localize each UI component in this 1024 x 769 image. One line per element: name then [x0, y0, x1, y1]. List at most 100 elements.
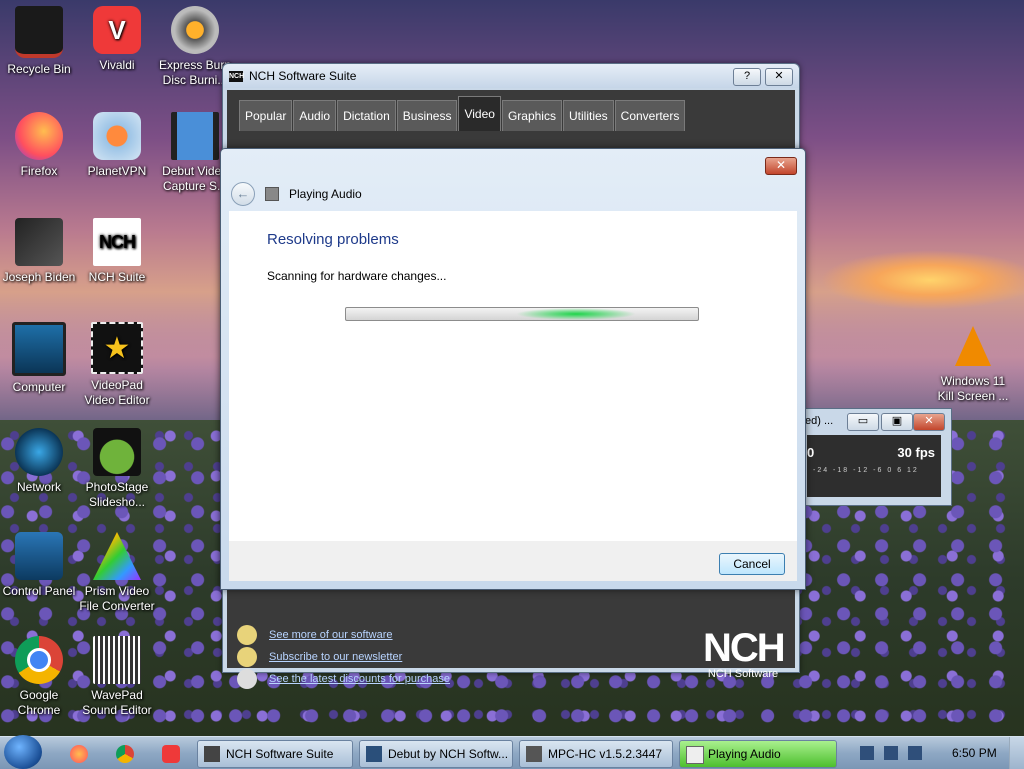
computer-icon [12, 322, 66, 376]
tab-audio[interactable]: Audio [293, 100, 337, 131]
back-arrow-icon[interactable]: ← [231, 182, 255, 206]
link-discounts[interactable]: See the latest discounts for purchase [237, 668, 450, 690]
desktop-icon-recycle-bin[interactable]: Recycle Bin [0, 6, 78, 77]
taskbar-item-playing-audio[interactable]: Playing Audio [679, 740, 837, 768]
dialog-header: ← Playing Audio [231, 182, 362, 206]
planetvpn-icon [93, 112, 141, 160]
close-button[interactable]: ✕ [765, 68, 793, 86]
desktop-icon-joseph-biden[interactable]: Joseph Biden [0, 218, 78, 285]
icon-label: Network [16, 480, 61, 494]
taskbar-item-debut[interactable]: Debut by NCH Softw... [359, 740, 513, 768]
recorder-close-button[interactable]: ✕ [913, 413, 945, 431]
icon-label: Recycle Bin [7, 62, 71, 76]
link-text: See the latest discounts for purchase [269, 673, 450, 685]
envelope-icon [237, 647, 257, 667]
start-button[interactable] [4, 735, 42, 769]
firefox-quicklaunch-icon[interactable] [70, 745, 88, 763]
tab-popular[interactable]: Popular [239, 100, 293, 131]
prism-icon [93, 532, 141, 580]
nch-icon: NCH [93, 218, 141, 266]
show-desktop-button[interactable] [1009, 737, 1024, 769]
status-text: Scanning for hardware changes... [267, 269, 447, 283]
nch-logo-icon [204, 746, 220, 762]
recorder-meter: 0 30 fps -24 -18 -12 -6 0 6 12 [807, 435, 941, 497]
nch-suite-titlebar[interactable]: NCH NCH Software Suite [223, 64, 799, 88]
minimize-button[interactable]: ▭ [847, 413, 879, 431]
system-tray [860, 737, 932, 769]
level-value: 0 [807, 445, 815, 460]
nch-logo-icon: NCH [229, 70, 245, 82]
desktop-icon-firefox[interactable]: Firefox [0, 112, 78, 179]
desktop-icon-photostage[interactable]: PhotoStage Slidesho... [78, 428, 156, 510]
express-burn-icon [171, 6, 219, 54]
desktop-icon-network[interactable]: Network [0, 428, 78, 495]
desktop-icon-computer[interactable]: Computer [0, 322, 78, 395]
desktop-icon-wavepad[interactable]: WavePad Sound Editor [78, 636, 156, 718]
icon-label: WavePad Sound Editor [82, 688, 152, 717]
desktop-icon-chrome[interactable]: Google Chrome [0, 636, 78, 718]
logo-text: NCH [703, 626, 786, 670]
wavepad-icon [93, 636, 141, 684]
task-label: MPC-HC v1.5.2.3447 [548, 747, 663, 761]
sale-icon [237, 669, 257, 689]
taskbar-item-nch-suite[interactable]: NCH Software Suite [197, 740, 353, 768]
link-newsletter[interactable]: Subscribe to our newsletter [237, 646, 450, 668]
tab-dictation[interactable]: Dictation [337, 100, 396, 131]
control-panel-icon [15, 532, 63, 580]
icon-label: Control Panel [2, 584, 76, 598]
troubleshooter-icon [686, 746, 704, 764]
maximize-button[interactable]: ▣ [881, 413, 913, 431]
chrome-quicklaunch-icon[interactable] [116, 745, 134, 763]
tab-converters[interactable]: Converters [614, 100, 686, 131]
usb-icon[interactable] [860, 746, 874, 760]
videopad-icon: ★ [91, 322, 143, 374]
desktop-icon-nch-suite[interactable]: NCH NCH Suite [78, 218, 156, 285]
network-tray-icon[interactable] [884, 746, 898, 760]
cancel-button[interactable]: Cancel [719, 553, 785, 575]
vlc-icon [949, 322, 997, 370]
network-icon [15, 428, 63, 476]
taskbar-item-mpc-hc[interactable]: MPC-HC v1.5.2.3447 [519, 740, 673, 768]
volume-icon[interactable] [908, 746, 922, 760]
desktop-icon-videopad[interactable]: ★ VideoPad Video Editor [78, 322, 156, 408]
tab-utilities[interactable]: Utilities [562, 100, 614, 131]
troubleshooter-dialog: ✕ ← Playing Audio Resolving problems Sca… [220, 148, 806, 590]
tab-business[interactable]: Business [396, 100, 458, 131]
speaker-icon [265, 187, 279, 201]
link-text: See more of our software [269, 629, 393, 641]
category-tabs: Popular Audio Dictation Business Video G… [239, 96, 686, 131]
link-more-software[interactable]: See more of our software [237, 624, 450, 646]
tab-graphics[interactable]: Graphics [501, 100, 562, 131]
vivaldi-quicklaunch-icon[interactable] [162, 745, 180, 763]
icon-label: Computer [12, 380, 66, 394]
debut-icon [366, 746, 382, 762]
desktop-icon-windows-11-kill-screen[interactable]: Windows 11 Kill Screen ... [934, 322, 1012, 404]
vivaldi-icon: V [93, 6, 141, 54]
icon-label: Vivaldi [99, 58, 135, 72]
recycle-bin-icon [15, 6, 63, 58]
recorder-window: ed) ... ▭ ▣ ✕ 0 30 fps -24 -18 -12 -6 0 … [804, 408, 952, 506]
task-label: NCH Software Suite [226, 747, 334, 761]
tab-video[interactable]: Video [458, 96, 501, 131]
dialog-content: Resolving problems Scanning for hardware… [229, 211, 797, 541]
progress-glow [516, 308, 636, 320]
desktop-icon-prism[interactable]: Prism Video File Converter [78, 532, 156, 614]
task-label: Playing Audio [708, 747, 781, 761]
logo-subtext: NCH Software [707, 668, 779, 680]
meter-scale: -24 -18 -12 -6 0 6 12 [813, 467, 919, 474]
icon-label: VideoPad Video Editor [84, 378, 150, 407]
dialog-close-button[interactable]: ✕ [765, 157, 797, 175]
taskbar: NCH Software Suite Debut by NCH Softw...… [0, 735, 1024, 769]
clock[interactable]: 6:50 PM [952, 737, 997, 769]
icon-label: Windows 11 Kill Screen ... [937, 374, 1009, 403]
mpc-icon [526, 746, 542, 762]
help-button[interactable]: ? [733, 68, 761, 86]
software-icon [237, 625, 257, 645]
photostage-icon [93, 428, 141, 476]
desktop-icon-control-panel[interactable]: Control Panel [0, 532, 78, 599]
page-title: Resolving problems [267, 231, 399, 248]
desktop-icon-vivaldi[interactable]: V Vivaldi [78, 6, 156, 73]
desktop-icon-planetvpn[interactable]: PlanetVPN [78, 112, 156, 179]
fps-readout: 30 fps [897, 445, 935, 460]
icon-label: Firefox [20, 164, 58, 178]
